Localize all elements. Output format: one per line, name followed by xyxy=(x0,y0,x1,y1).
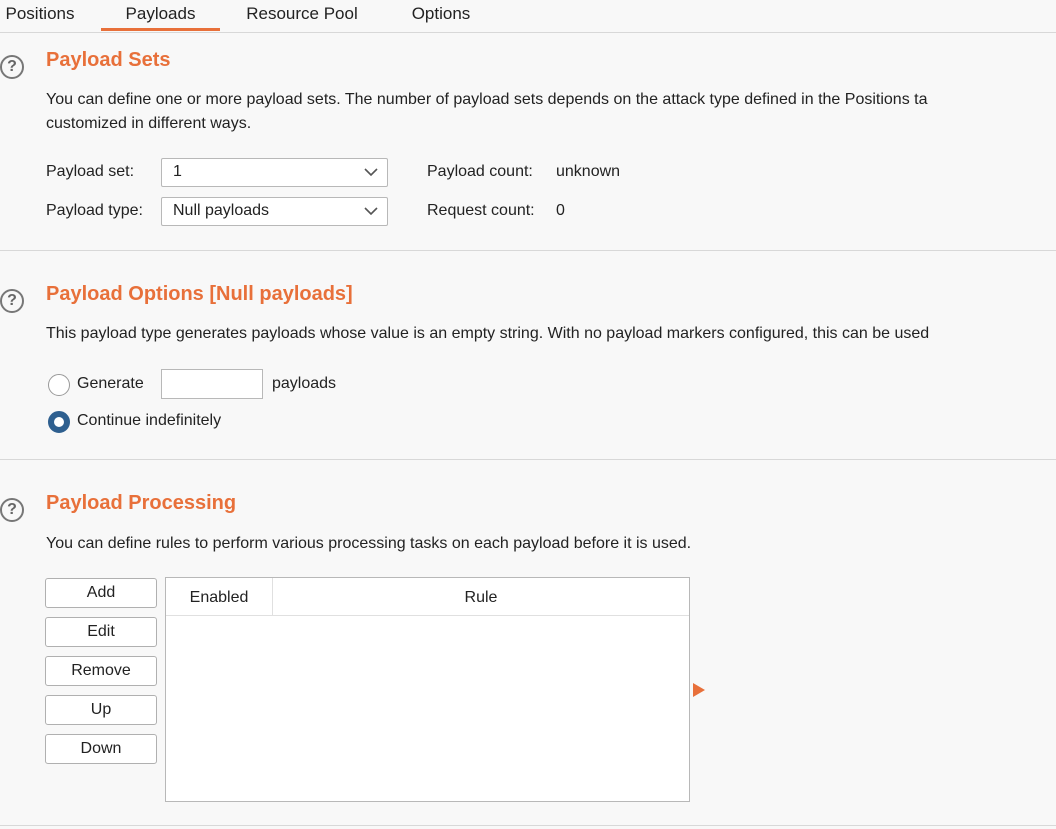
tab-bar: Positions Payloads Resource Pool Options xyxy=(0,0,1056,33)
remove-button[interactable]: Remove xyxy=(45,656,157,686)
section-divider xyxy=(0,459,1056,460)
payload-sets-title: Payload Sets xyxy=(46,49,171,71)
continue-indefinitely-radio[interactable] xyxy=(48,411,70,433)
payload-sets-help-icon[interactable]: ? xyxy=(0,55,24,79)
payload-type-value: Null payloads xyxy=(173,202,270,219)
expand-arrow-icon[interactable] xyxy=(693,683,705,697)
processing-rules-table[interactable]: Enabled Rule xyxy=(165,577,690,802)
payload-set-select[interactable]: 1 xyxy=(161,158,388,187)
add-button[interactable]: Add xyxy=(45,578,157,608)
payload-type-select[interactable]: Null payloads xyxy=(161,197,388,226)
payload-options-title: Payload Options [Null payloads] xyxy=(46,283,353,305)
generate-radio[interactable] xyxy=(48,374,70,396)
generate-label: Generate xyxy=(77,375,144,392)
payload-processing-title: Payload Processing xyxy=(46,492,237,514)
generate-count-input[interactable] xyxy=(161,369,263,399)
tab-payloads[interactable]: Payloads xyxy=(101,0,220,31)
tab-resource-pool[interactable]: Resource Pool xyxy=(236,0,368,30)
tab-options[interactable]: Options xyxy=(400,0,482,30)
payload-processing-description: You can define rules to perform various … xyxy=(46,535,692,552)
payload-set-value: 1 xyxy=(173,163,182,180)
up-button[interactable]: Up xyxy=(45,695,157,725)
payload-options-description: This payload type generates payloads who… xyxy=(46,325,930,342)
chevron-down-icon xyxy=(364,168,378,177)
down-button[interactable]: Down xyxy=(45,734,157,764)
table-header: Enabled Rule xyxy=(166,578,689,616)
edit-button[interactable]: Edit xyxy=(45,617,157,647)
chevron-down-icon xyxy=(364,207,378,216)
payload-sets-description-line2: customized in different ways. xyxy=(46,115,252,132)
column-header-rule[interactable]: Rule xyxy=(273,578,689,615)
continue-indefinitely-label: Continue indefinitely xyxy=(77,412,222,429)
column-header-enabled[interactable]: Enabled xyxy=(166,578,272,615)
payload-type-label: Payload type: xyxy=(46,202,143,219)
payloads-suffix-label: payloads xyxy=(272,375,337,392)
section-divider xyxy=(0,825,1056,826)
tab-positions[interactable]: Positions xyxy=(0,0,80,30)
payload-count-value: unknown xyxy=(556,163,621,180)
request-count-value: 0 xyxy=(556,202,565,219)
payload-sets-description-line1: You can define one or more payload sets.… xyxy=(46,91,928,108)
payload-processing-help-icon[interactable]: ? xyxy=(0,498,24,522)
payload-set-label: Payload set: xyxy=(46,163,135,180)
payload-options-help-icon[interactable]: ? xyxy=(0,289,24,313)
payload-count-label: Payload count: xyxy=(427,163,533,180)
request-count-label: Request count: xyxy=(427,202,535,219)
section-divider xyxy=(0,250,1056,251)
